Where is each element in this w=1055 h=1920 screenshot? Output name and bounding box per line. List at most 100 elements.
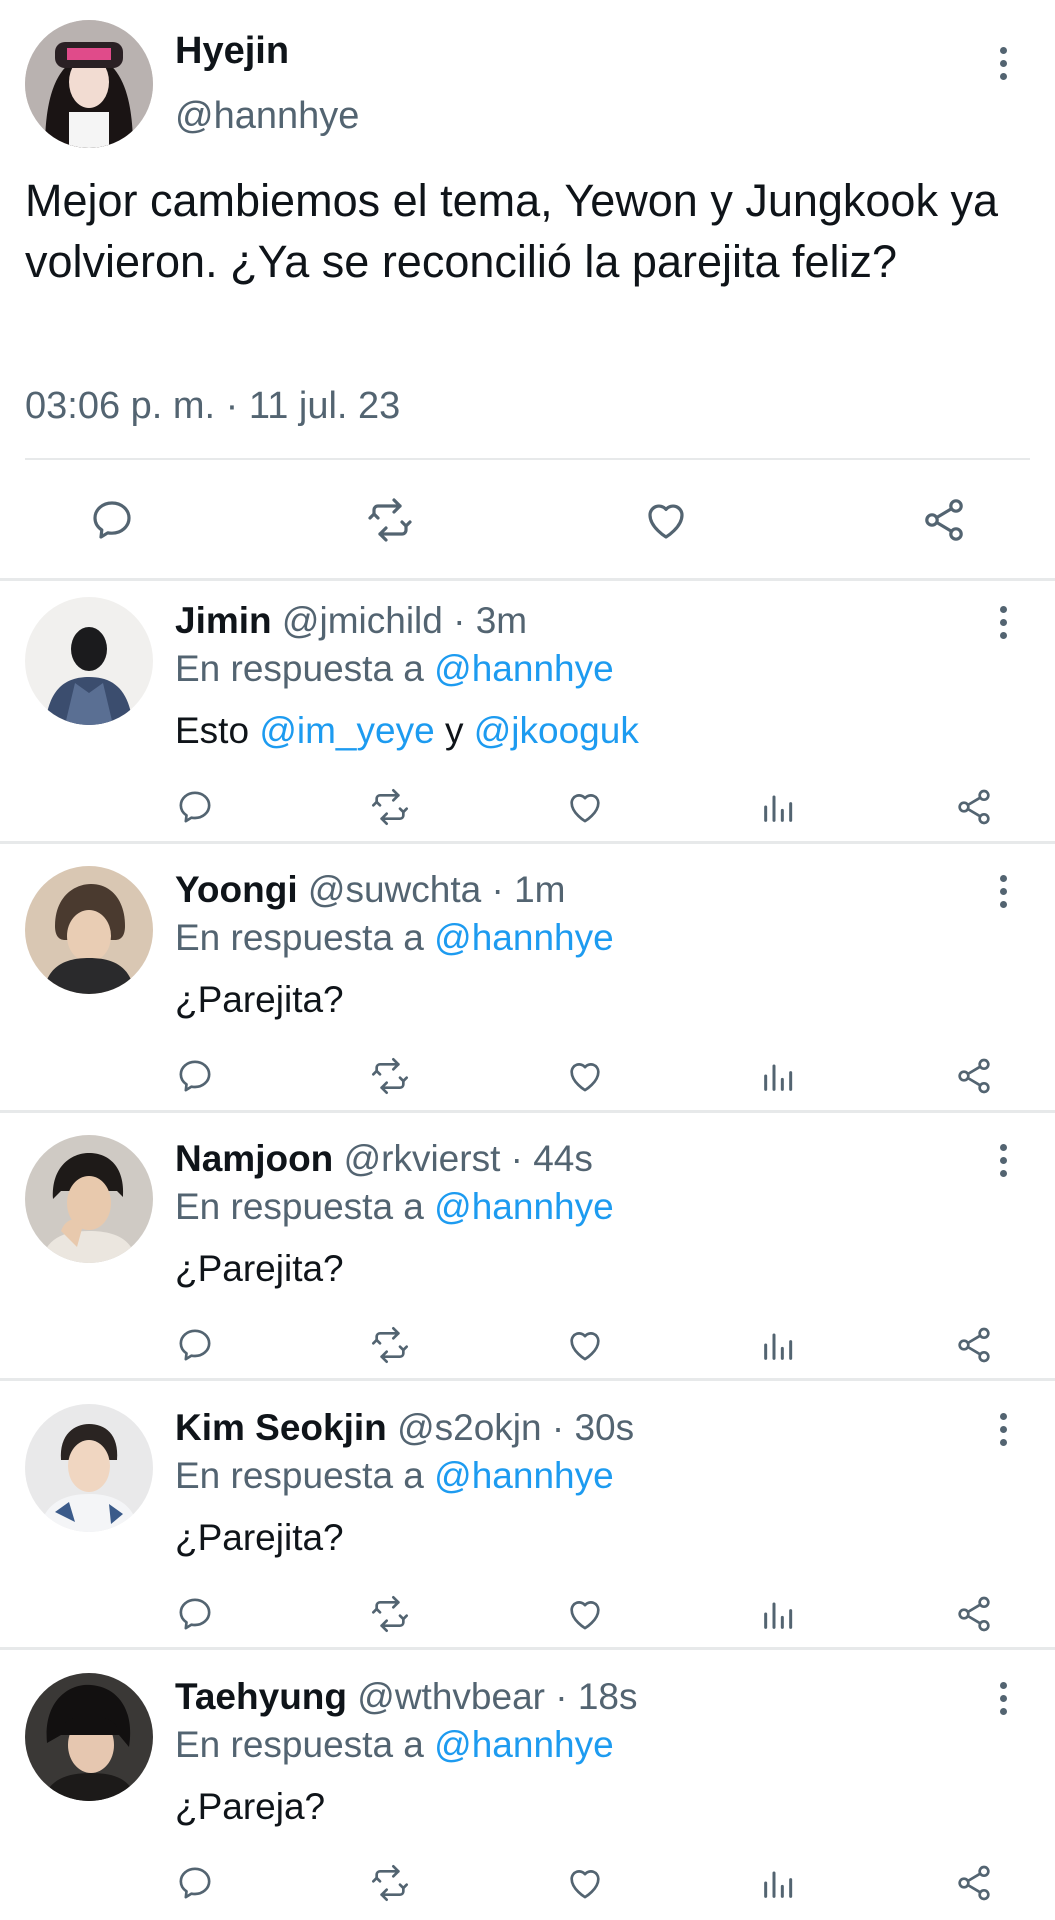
reply-text: ¿Parejita? xyxy=(175,1517,344,1558)
handle-time[interactable]: @rkvierst · 44s xyxy=(344,1138,593,1179)
retweet-icon[interactable] xyxy=(365,1589,415,1639)
mention-link[interactable]: @jkooguk xyxy=(474,710,639,751)
handle-time[interactable]: @s2okjn · 30s xyxy=(397,1407,634,1448)
more-options-icon[interactable] xyxy=(983,1404,1023,1454)
retweet-icon[interactable] xyxy=(360,490,420,550)
reply-text: Esto @im_yeye y @jkooguk xyxy=(175,710,639,752)
more-options-icon[interactable] xyxy=(983,1135,1023,1185)
like-icon[interactable] xyxy=(560,1320,610,1370)
reply-text-connector: y xyxy=(444,710,464,751)
tweet-timestamp[interactable]: 03:06 p. m. · 11 jul. 23 xyxy=(25,385,400,428)
reply-icon[interactable] xyxy=(170,1589,220,1639)
avatar[interactable] xyxy=(25,1135,153,1263)
author-name[interactable]: Namjoon xyxy=(175,1138,333,1179)
separator xyxy=(0,1110,1055,1113)
reply-tweet: Taehyung @wthvbear · 18s En respuesta a … xyxy=(0,1658,1055,1920)
reply-icon[interactable] xyxy=(170,782,220,832)
separator xyxy=(0,1647,1055,1650)
reply-header: Taehyung @wthvbear · 18s xyxy=(175,1676,638,1718)
reply-tweet: Yoongi @suwchta · 1m En respuesta a @han… xyxy=(0,851,1055,1116)
separator xyxy=(0,1378,1055,1381)
reply-actions xyxy=(0,772,1055,842)
separator xyxy=(0,578,1055,581)
retweet-icon[interactable] xyxy=(365,782,415,832)
tweet-actions xyxy=(0,480,1055,560)
reply-actions xyxy=(0,1579,1055,1649)
replying-to: En respuesta a @hannhye xyxy=(175,1724,614,1766)
replying-label: En respuesta a xyxy=(175,1186,424,1227)
reply-actions xyxy=(0,1310,1055,1380)
like-icon[interactable] xyxy=(560,1051,610,1101)
avatar[interactable] xyxy=(25,597,153,725)
views-icon[interactable] xyxy=(754,1320,804,1370)
more-options-icon[interactable] xyxy=(983,597,1023,647)
mention-link[interactable]: @im_yeye xyxy=(259,710,434,751)
reply-icon[interactable] xyxy=(170,1320,220,1370)
like-icon[interactable] xyxy=(560,782,610,832)
replying-to: En respuesta a @hannhye xyxy=(175,648,614,690)
like-icon[interactable] xyxy=(560,1858,610,1908)
share-icon[interactable] xyxy=(949,1858,999,1908)
reply-header: Namjoon @rkvierst · 44s xyxy=(175,1138,593,1180)
reply-icon[interactable] xyxy=(170,1051,220,1101)
author-name[interactable]: Taehyung xyxy=(175,1676,347,1717)
share-icon[interactable] xyxy=(949,1051,999,1101)
replying-label: En respuesta a xyxy=(175,917,424,958)
more-options-icon[interactable] xyxy=(983,1673,1023,1723)
handle-time[interactable]: @wthvbear · 18s xyxy=(357,1676,637,1717)
reply-icon[interactable] xyxy=(170,1858,220,1908)
replying-label: En respuesta a xyxy=(175,1455,424,1496)
like-icon[interactable] xyxy=(560,1589,610,1639)
replying-to: En respuesta a @hannhye xyxy=(175,917,614,959)
reply-tweet: Kim Seokjin @s2okjn · 30s En respuesta a… xyxy=(0,1389,1055,1654)
handle-time[interactable]: @suwchta · 1m xyxy=(308,869,566,910)
replying-to: En respuesta a @hannhye xyxy=(175,1186,614,1228)
views-icon[interactable] xyxy=(754,1858,804,1908)
reply-icon[interactable] xyxy=(82,490,142,550)
share-icon[interactable] xyxy=(949,782,999,832)
handle-time[interactable]: @jmichild · 3m xyxy=(282,600,527,641)
reply-header: Kim Seokjin @s2okjn · 30s xyxy=(175,1407,634,1449)
reply-actions xyxy=(0,1848,1055,1918)
share-icon[interactable] xyxy=(949,1320,999,1370)
views-icon[interactable] xyxy=(754,1589,804,1639)
avatar[interactable] xyxy=(25,866,153,994)
avatar[interactable] xyxy=(25,1673,153,1801)
replying-label: En respuesta a xyxy=(175,648,424,689)
main-tweet: Hyejin @hannhye Mejor cambiemos el tema,… xyxy=(0,0,1055,580)
reply-tweet: Namjoon @rkvierst · 44s En respuesta a @… xyxy=(0,1120,1055,1385)
like-icon[interactable] xyxy=(636,490,696,550)
mention-link[interactable]: @hannhye xyxy=(434,648,614,689)
reply-text: ¿Pareja? xyxy=(175,1786,326,1827)
views-icon[interactable] xyxy=(754,782,804,832)
author-name[interactable]: Jimin xyxy=(175,600,272,641)
author-name[interactable]: Yoongi xyxy=(175,869,298,910)
separator xyxy=(0,841,1055,844)
reply-text: ¿Parejita? xyxy=(175,1248,344,1289)
avatar[interactable] xyxy=(25,20,153,148)
avatar[interactable] xyxy=(25,1404,153,1532)
share-icon[interactable] xyxy=(914,490,974,550)
reply-header: Jimin @jmichild · 3m xyxy=(175,600,527,642)
more-options-icon[interactable] xyxy=(983,38,1023,88)
replying-to: En respuesta a @hannhye xyxy=(175,1455,614,1497)
mention-link[interactable]: @hannhye xyxy=(434,917,614,958)
author-name[interactable]: Kim Seokjin xyxy=(175,1407,387,1448)
more-options-icon[interactable] xyxy=(983,866,1023,916)
reply-tweet: Jimin @jmichild · 3m En respuesta a @han… xyxy=(0,582,1055,847)
divider xyxy=(25,458,1030,460)
replying-label: En respuesta a xyxy=(175,1724,424,1765)
views-icon[interactable] xyxy=(754,1051,804,1101)
mention-link[interactable]: @hannhye xyxy=(434,1455,614,1496)
reply-header: Yoongi @suwchta · 1m xyxy=(175,869,565,911)
share-icon[interactable] xyxy=(949,1589,999,1639)
retweet-icon[interactable] xyxy=(365,1320,415,1370)
tweet-text: Mejor cambiemos el tema, Yewon y Jungkoo… xyxy=(25,175,998,287)
mention-link[interactable]: @hannhye xyxy=(434,1186,614,1227)
reply-text: ¿Parejita? xyxy=(175,979,344,1020)
mention-link[interactable]: @hannhye xyxy=(434,1724,614,1765)
retweet-icon[interactable] xyxy=(365,1858,415,1908)
retweet-icon[interactable] xyxy=(365,1051,415,1101)
author-handle[interactable]: @hannhye xyxy=(175,95,359,138)
author-name[interactable]: Hyejin xyxy=(175,30,289,73)
